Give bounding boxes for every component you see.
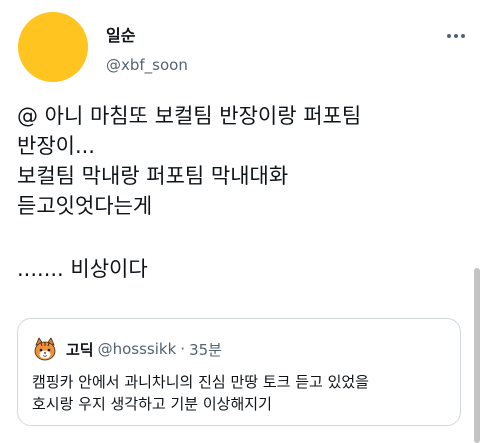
tweet-text: @ 아니 마침또 보컬팀 반장이랑 퍼포팀 반장이... 보컬팀 막내랑 퍼포팀… bbox=[17, 101, 457, 284]
quoted-author-avatar[interactable] bbox=[32, 336, 58, 362]
quoted-tweet-text: 캠핑카 안에서 과니차니의 진심 만땅 토크 듣고 있었을 호시랑 우지 생각하… bbox=[32, 371, 452, 415]
scrollbar-thumb[interactable] bbox=[474, 268, 480, 443]
quoted-tweet-text-line: 호시랑 우지 생각하고 기분 이상해지기 bbox=[32, 395, 272, 413]
quoted-tweet-card[interactable]: 고딕 @hosssikk · 35분 캠핑카 안에서 과니차니의 진심 만땅 토… bbox=[17, 318, 461, 426]
tweet-text-line: @ 아니 마침또 보컬팀 반장이랑 퍼포팀 bbox=[17, 104, 362, 128]
author-handle[interactable]: @xbf_soon bbox=[106, 56, 188, 74]
more-options-button[interactable] bbox=[446, 26, 466, 46]
quoted-tweet-header: 고딕 @hosssikk · 35분 bbox=[32, 336, 222, 362]
separator-dot: · bbox=[180, 340, 186, 358]
tweet-text-line: ....... 비상이다 bbox=[17, 257, 148, 281]
tweet-text-line bbox=[17, 221, 457, 254]
quoted-author-handle[interactable]: @hosssikk bbox=[98, 340, 177, 358]
author-display-name[interactable]: 일순 bbox=[106, 22, 135, 46]
quoted-tweet-timestamp[interactable]: 35분 bbox=[189, 339, 222, 360]
author-avatar[interactable] bbox=[18, 12, 88, 82]
quoted-tweet-text-line: 캠핑카 안에서 과니차니의 진심 만땅 토크 듣고 있었을 bbox=[32, 373, 369, 391]
tiger-cat-avatar-icon bbox=[32, 336, 58, 362]
more-horizontal-icon bbox=[446, 34, 467, 38]
tweet-text-line: 듣고잇엇다는게 bbox=[17, 194, 153, 218]
quoted-author-display-name[interactable]: 고딕 bbox=[66, 339, 94, 360]
tweet-text-line: 보컬팀 막내랑 퍼포팀 막내대화 bbox=[17, 164, 289, 188]
tweet-text-line: 반장이... bbox=[17, 134, 95, 158]
tweet: 일순 @xbf_soon @ 아니 마침또 보컬팀 반장이랑 퍼포팀 반장이..… bbox=[0, 0, 480, 443]
